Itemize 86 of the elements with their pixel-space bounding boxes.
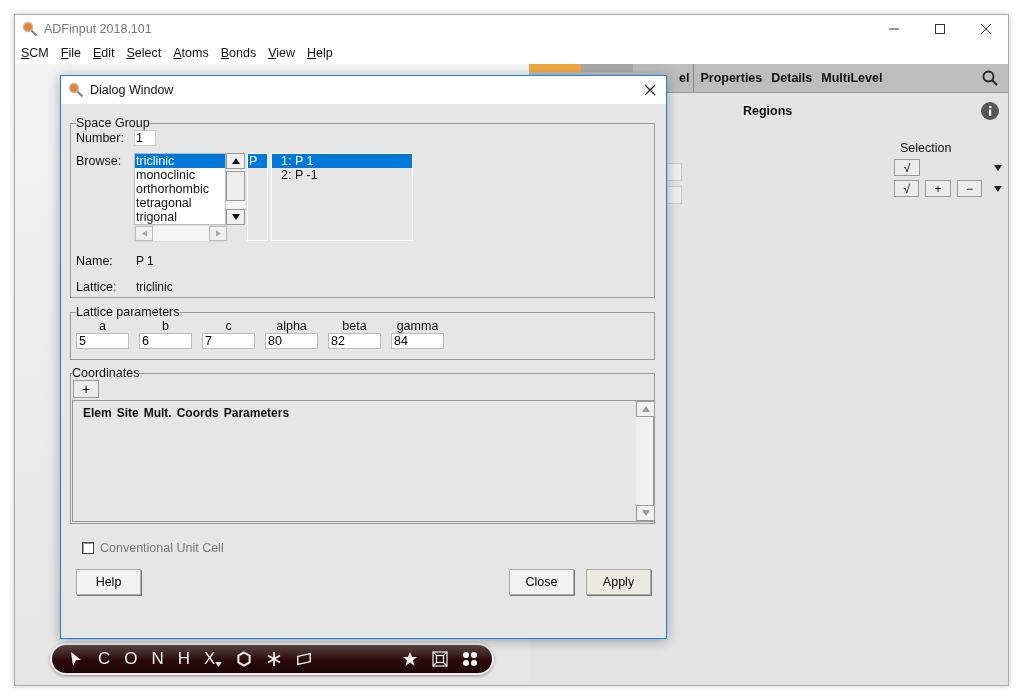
add-button[interactable]: + [73,380,99,398]
panel-tab[interactable]: Details [771,71,813,85]
caret-icon[interactable] [215,661,223,667]
parameter-field[interactable]: 80 [265,333,318,349]
group-legend: Space Group [76,116,150,130]
element-button[interactable]: O [124,649,138,669]
element-button[interactable]: X [204,649,216,669]
field-label: Name: [76,254,114,268]
window-title: ADFinput 2018.101 [44,21,152,36]
menu-item[interactable]: SCM [21,46,49,60]
parameter-label: b [162,319,169,333]
column-header: Mult. [143,406,172,420]
selection-button[interactable]: √ [894,180,920,197]
field-label: Number: [76,131,125,145]
field-value: P 1 [136,254,154,268]
parameter-label: gamma [396,319,439,333]
list-item[interactable]: trigonal [135,210,225,224]
panel-tab[interactable]: Properties [700,71,763,85]
group-legend: Coordinates [72,366,140,380]
column-header: Site [116,406,139,420]
field-value: triclinic [136,280,173,294]
dialog-title: Dialog Window [90,83,174,97]
snowflake-icon[interactable] [266,651,283,667]
menu-item[interactable]: Atoms [173,46,209,60]
parameter-field[interactable]: 84 [391,333,444,349]
menu-item[interactable]: Edit [92,46,115,60]
parameter-field[interactable]: 7 [202,333,255,349]
info-icon[interactable] [981,102,999,120]
list-item[interactable]: monoclinic [135,168,225,182]
list-item[interactable]: triclinic [135,154,225,168]
menu-item[interactable]: View [268,46,296,60]
selection-button[interactable]: √ [894,159,920,176]
column-header: Coords [176,406,219,420]
list-item[interactable]: orthorhombic [135,182,225,196]
list-item[interactable]: 1: P 1 [272,154,412,168]
parameter-label: beta [342,319,367,333]
selection-label: Selection [900,141,952,155]
element-button[interactable]: N [151,649,164,669]
list-item[interactable]: P [248,154,267,168]
element-button[interactable]: C [98,649,111,669]
column-header: Parameters [223,406,290,420]
input-field[interactable] [668,163,682,181]
help-button[interactable]: Help [76,569,141,595]
field-label: Lattice: [76,280,118,294]
scroll-down-icon[interactable] [231,214,240,220]
star-icon[interactable] [402,651,418,667]
selection-button[interactable]: + [925,180,951,197]
menu-item[interactable]: File [60,46,81,60]
menu-item[interactable]: Select [126,46,162,60]
menu-item[interactable]: Bonds [220,46,257,60]
maximize-icon[interactable] [934,22,946,35]
parameter-label: a [99,319,106,333]
hexagon-icon[interactable] [236,651,253,667]
panel-tab[interactable]: el [679,71,690,85]
parameter-label: alpha [276,319,307,333]
scrollbar[interactable] [226,153,245,225]
parameter-field[interactable]: 5 [76,333,129,349]
dropdown-caret-icon[interactable] [994,164,1002,171]
parameter-field[interactable]: 82 [328,333,381,349]
cube-icon[interactable] [432,651,448,667]
apply-button[interactable]: Apply [586,569,651,595]
group-legend: Lattice parameters [76,305,180,319]
close-button[interactable]: Close [509,569,574,595]
dropdown-caret-icon[interactable] [994,185,1002,192]
close-icon[interactable] [644,84,656,96]
checkbox-label: Conventional Unit Cell [100,541,224,555]
plane-icon[interactable] [296,651,313,667]
parameter-field[interactable]: 6 [139,333,192,349]
dots-icon[interactable] [462,651,478,667]
input-field[interactable] [668,186,682,204]
dialog-logo-icon [68,82,84,98]
list-item[interactable]: 2: P -1 [272,168,412,182]
app-logo-icon [22,20,38,37]
number-field[interactable]: 1 [134,130,156,146]
element-button[interactable]: H [177,649,191,669]
panel-heading: Regions [743,104,793,118]
column-header: Elem [83,406,112,420]
close-icon[interactable] [980,22,992,35]
menu-item[interactable]: Help [307,46,333,60]
panel-tab[interactable]: MultiLevel [821,71,883,85]
selection-button[interactable]: − [956,180,983,197]
parameter-label: c [225,319,232,333]
scroll-up-icon[interactable] [231,158,240,164]
list-item[interactable]: tetragonal [135,196,225,210]
search-icon[interactable] [982,70,998,86]
field-label: Browse: [76,154,123,168]
